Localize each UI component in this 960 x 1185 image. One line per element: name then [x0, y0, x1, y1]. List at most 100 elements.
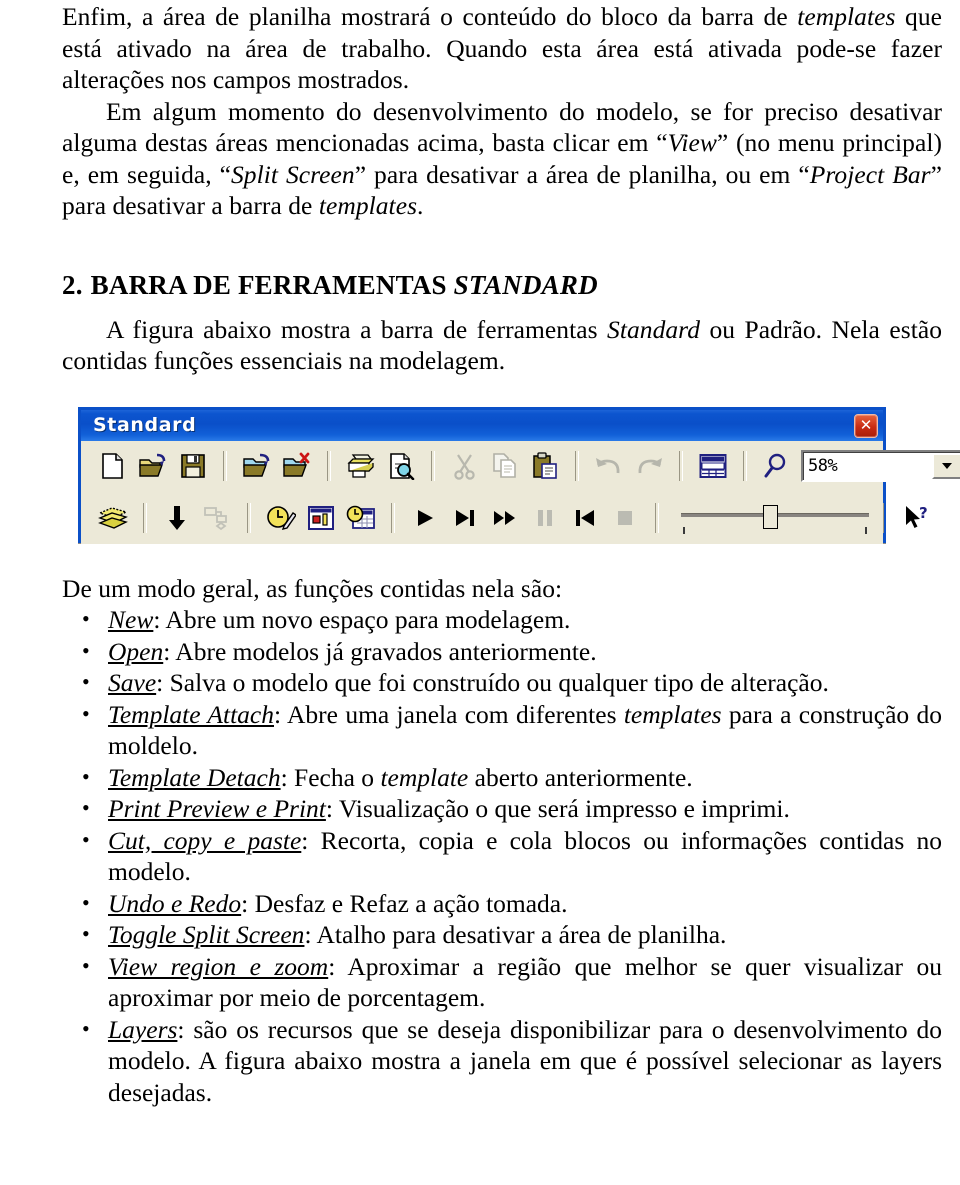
list-item-separator: : — [156, 668, 170, 697]
paragraph-2: Em algum momento do desenvolvimento do m… — [62, 96, 942, 222]
list-item-term: Layers — [108, 1014, 178, 1044]
zoom-magnifier-icon[interactable] — [757, 447, 797, 485]
toolbar-separator — [431, 451, 435, 482]
open-folder-icon[interactable] — [133, 447, 173, 485]
list-item-separator: : — [153, 605, 166, 634]
list-item-separator: : — [280, 762, 295, 792]
list-item-term: View region e zoom — [108, 951, 329, 981]
section-heading-italic: STANDARD — [453, 269, 598, 300]
toolbar-title: Standard — [93, 414, 197, 436]
layers-icon[interactable] — [93, 499, 133, 537]
fast-forward-icon[interactable] — [485, 499, 525, 537]
paste-clipboard-icon[interactable] — [525, 447, 565, 485]
list-item-desc: são os recursos que se deseja disponibil… — [108, 1014, 942, 1107]
undo-icon[interactable] — [589, 447, 629, 485]
toolbar-separator — [883, 502, 887, 533]
copy-icon[interactable] — [485, 447, 525, 485]
list-item: New: Abre um novo espaço para modelagem. — [62, 603, 942, 636]
list-item: Template Attach: Abre uma janela com dif… — [62, 698, 942, 762]
list-item-term: Open — [108, 636, 164, 666]
paragraph-3-italic-standard: Standard — [607, 314, 700, 344]
redo-icon[interactable] — [629, 447, 669, 485]
stop-icon[interactable] — [605, 499, 645, 537]
paragraph-1: Enfim, a área de planilha mostrará o con… — [62, 0, 942, 96]
list-item: Open: Abre modelos já gravados anteriorm… — [62, 635, 942, 668]
new-document-icon[interactable] — [93, 447, 133, 485]
figure-standard-toolbar: Standard ✕ 58% ? — [78, 406, 960, 544]
toolbar-separator — [143, 502, 147, 533]
list-item-separator: : — [304, 920, 317, 949]
paragraph-2-italic-split-screen: Split Screen — [231, 159, 355, 189]
list-item-desc: Visualização o que será impresso e impri… — [338, 794, 790, 823]
list-item: Undo e Redo: Desfaz e Refaz a ação tomad… — [62, 887, 942, 920]
toolbar-separator — [743, 451, 747, 482]
chart-icon[interactable] — [301, 499, 341, 537]
list-item: Print Preview e Print: Visualização o qu… — [62, 792, 942, 825]
slider-tick-left — [683, 526, 685, 534]
paragraph-2-italic-templates: templates — [318, 191, 418, 220]
toolbar-separator — [679, 451, 683, 482]
toolbar-titlebar[interactable]: Standard ✕ — [81, 409, 883, 441]
chevron-down-icon[interactable] — [932, 453, 960, 480]
list-item-desc: Desfaz e Refaz a ação tomada. — [254, 888, 568, 918]
list-item-desc-a: Abre uma janela com diferentes — [287, 699, 624, 729]
template-detach-icon[interactable] — [277, 447, 317, 485]
list-item-separator: : — [274, 699, 288, 729]
list-item-desc: Abre modelos já gravados anteriormente. — [175, 636, 597, 666]
functions-list: New: Abre um novo espaço para modelagem.… — [62, 603, 942, 1109]
list-item-desc-italic: template — [380, 762, 469, 792]
list-item-desc-a: Fecha o — [294, 762, 381, 792]
list-item-term: Save — [108, 668, 157, 697]
down-arrow-icon[interactable] — [157, 499, 197, 537]
spacer-before-heading — [62, 222, 942, 268]
slider-thumb[interactable] — [763, 504, 778, 529]
list-item-desc: Abre um novo espaço para modelagem. — [165, 605, 571, 634]
close-icon[interactable]: ✕ — [854, 413, 878, 438]
list-item: View region e zoom: Aproximar a região q… — [62, 950, 942, 1014]
list-item: Save: Salva o modelo que foi construído … — [62, 666, 942, 699]
clock-edit-icon[interactable] — [261, 499, 301, 537]
list-item: Cut, copy e paste: Recorta, copia e cola… — [62, 824, 942, 888]
list-item-separator: : — [328, 951, 348, 981]
paragraph-1-italic-templates: templates — [797, 2, 896, 31]
paragraph-2-italic-project-bar: Project Bar — [809, 159, 931, 189]
pause-icon[interactable] — [525, 499, 565, 537]
spacer-after-figure — [62, 543, 942, 573]
list-item: Layers: são os recursos que se deseja di… — [62, 1013, 942, 1109]
calendar-clock-icon[interactable] — [341, 499, 381, 537]
toolbar-row-1: 58% — [81, 441, 960, 493]
standard-toolbar-window: Standard ✕ 58% ? — [78, 406, 960, 544]
toolbar-separator — [223, 451, 227, 482]
print-icon[interactable] — [341, 447, 381, 485]
step-forward-icon[interactable] — [445, 499, 485, 537]
speed-slider[interactable] — [677, 501, 873, 535]
svg-text:?: ? — [919, 504, 928, 522]
print-preview-icon[interactable] — [381, 447, 421, 485]
paragraph-3-text-a: A figura abaixo mostra a barra de ferram… — [106, 314, 608, 344]
play-icon[interactable] — [405, 499, 445, 537]
template-attach-icon[interactable] — [237, 447, 277, 485]
help-pointer-icon[interactable]: ? — [897, 499, 937, 537]
toolbar-separator — [575, 451, 579, 482]
section-heading: 2. BARRA DE FERRAMENTAS STANDARD — [62, 268, 942, 302]
list-item-separator: : — [163, 636, 176, 666]
section-heading-text: BARRA DE FERRAMENTAS — [90, 269, 454, 300]
toggle-split-screen-icon[interactable] — [693, 447, 733, 485]
list-item-desc-b: aberto anteriormente. — [468, 762, 693, 792]
list-item-desc: Atalho para desativar a área de planilha… — [316, 920, 727, 949]
list-item-term: Undo e Redo — [108, 888, 242, 918]
toolbar-separator — [391, 502, 395, 533]
save-disk-icon[interactable] — [173, 447, 213, 485]
hierarchy-icon[interactable] — [197, 499, 237, 537]
toolbar-separator — [247, 502, 251, 533]
list-item-desc-italic: templates — [623, 699, 722, 729]
list-item-separator: : — [241, 888, 255, 918]
zoom-level-value[interactable]: 58% — [803, 452, 931, 480]
paragraph-2-italic-view: View — [667, 128, 717, 157]
zoom-level-combobox[interactable]: 58% — [801, 450, 960, 483]
document-page: Enfim, a área de planilha mostrará o con… — [0, 0, 960, 1185]
toolbar-separator — [327, 451, 331, 482]
rewind-icon[interactable] — [565, 499, 605, 537]
cut-scissors-icon[interactable] — [445, 447, 485, 485]
paragraph-1-text-a: Enfim, a área de planilha mostrará o con… — [62, 2, 798, 31]
